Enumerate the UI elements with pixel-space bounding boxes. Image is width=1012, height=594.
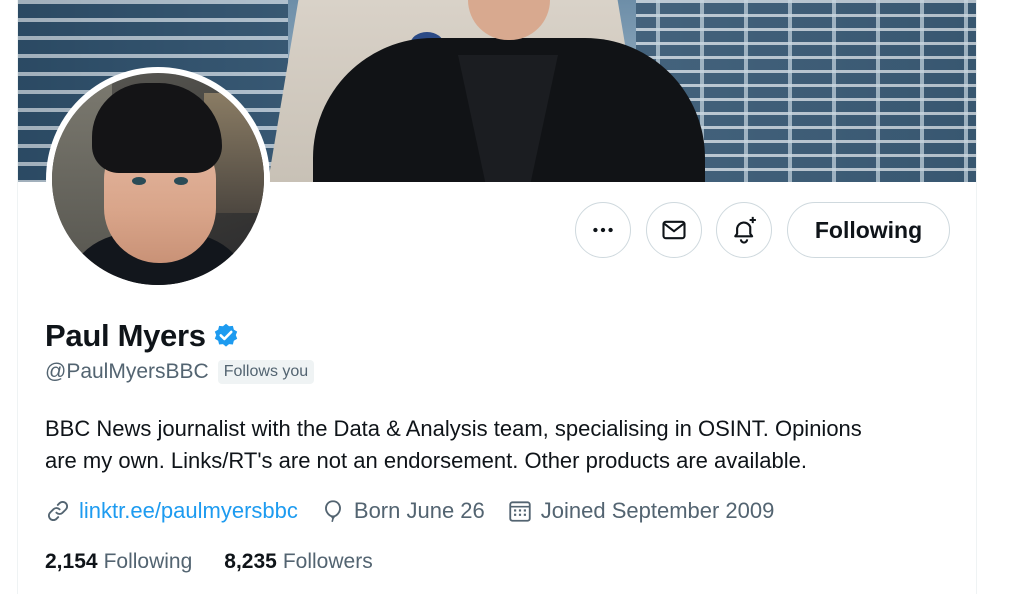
joined-item: Joined September 2009	[507, 498, 775, 524]
calendar-icon	[509, 501, 531, 522]
avatar-eye-right	[174, 177, 188, 185]
handle-row: @PaulMyersBBC Follows you	[45, 358, 315, 386]
following-button[interactable]: Following	[787, 202, 950, 258]
birthday-item: Born June 26	[320, 498, 485, 524]
birthday-text: Born June 26	[353, 498, 485, 523]
following-stat-link[interactable]: 2,154 Following	[45, 550, 192, 574]
website-item: linktr.ee/paulmyersbbc	[45, 498, 298, 524]
follows-you-badge: Follows you	[217, 360, 315, 384]
followers-stat-link[interactable]: 8,235 Followers	[224, 550, 372, 574]
user-handle: @PaulMyersBBC	[45, 360, 209, 383]
avatar[interactable]	[46, 67, 270, 291]
more-horizontal-icon	[593, 227, 613, 233]
message-button[interactable]	[646, 202, 702, 258]
following-label: Following	[103, 550, 193, 573]
bio-line: BBC News journalist with the Data & Anal…	[45, 416, 862, 441]
envelope-icon	[662, 220, 686, 240]
profile-meta: linktr.ee/paulmyersbbc Born June 26 Join…	[45, 495, 796, 527]
joined-text: Joined September 2009	[540, 498, 775, 523]
following-button-label: Following	[814, 216, 923, 243]
bio-line: are my own. Links/RT's are not an endors…	[45, 448, 807, 473]
name-row: Paul Myers	[45, 318, 240, 354]
followers-count: 8,235	[224, 550, 277, 573]
avatar-hair	[92, 83, 222, 173]
verified-badge-icon[interactable]	[212, 322, 240, 350]
profile-bio: BBC News journalist with the Data & Anal…	[45, 413, 965, 477]
more-button[interactable]	[575, 202, 631, 258]
avatar-photo	[52, 73, 264, 285]
follow-stats: 2,154 Following 8,235 Followers	[45, 546, 405, 578]
display-name: Paul Myers	[45, 318, 206, 353]
website-link[interactable]: linktr.ee/paulmyersbbc	[79, 498, 298, 524]
bell-plus-icon	[734, 216, 756, 244]
profile-card: Following Paul Myers @PaulMyersBBC Follo…	[17, 0, 977, 594]
notifications-button[interactable]	[716, 202, 772, 258]
link-icon	[47, 500, 69, 522]
avatar-eye-left	[132, 177, 146, 185]
following-count: 2,154	[45, 550, 98, 573]
followers-label: Followers	[282, 550, 373, 573]
balloon-icon	[324, 500, 341, 523]
